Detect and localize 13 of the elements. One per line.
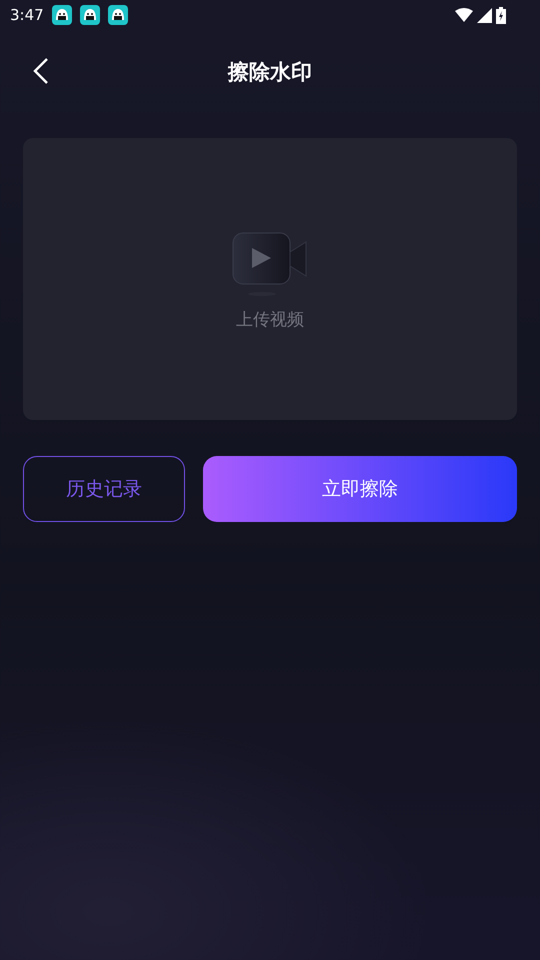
upload-label: 上传视频 (236, 309, 304, 332)
erase-button[interactable]: 立即擦除 (203, 456, 517, 522)
notification-icon (108, 5, 128, 25)
wifi-icon (455, 8, 473, 22)
signal-icon (477, 8, 492, 22)
notification-icon (52, 5, 72, 25)
upload-area[interactable]: 上传视频 (23, 138, 517, 420)
history-button[interactable]: 历史记录 (23, 456, 185, 522)
battery-icon (496, 6, 506, 24)
status-time: 3:47 (10, 4, 44, 26)
back-icon (33, 57, 49, 85)
notification-icon (80, 5, 100, 25)
page-title: 擦除水印 (228, 59, 312, 86)
